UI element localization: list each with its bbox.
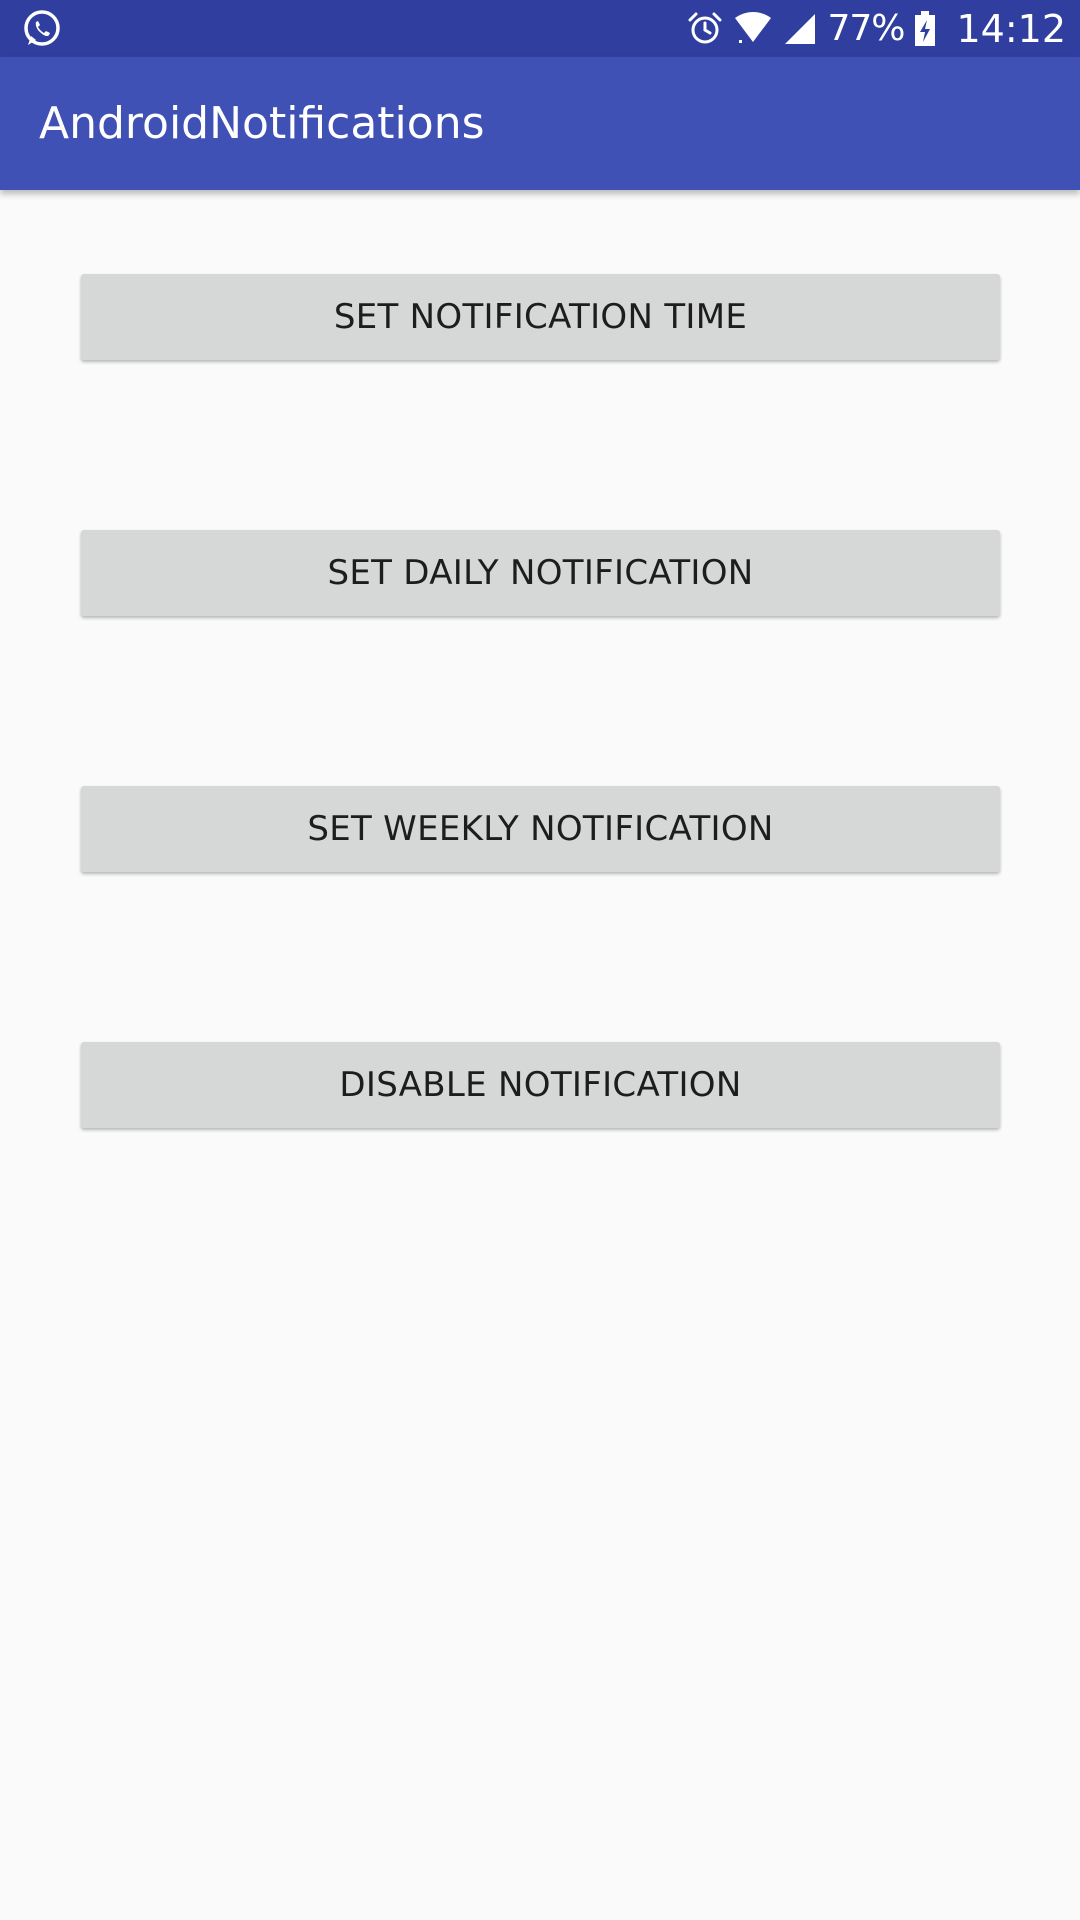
app-title: AndroidNotifications [39,98,485,149]
set-daily-notification-button[interactable]: SET DAILY NOTIFICATION [81,530,1000,616]
wifi-icon [733,11,773,46]
set-notification-time-button[interactable]: SET NOTIFICATION TIME [81,274,1000,360]
whatsapp-icon [22,9,62,49]
set-notification-time-label: SET NOTIFICATION TIME [333,297,748,337]
main-content: SET NOTIFICATION TIME SET DAILY NOTIFICA… [0,190,1080,1920]
status-bar: 77% 14:12 [0,0,1080,57]
set-weekly-notification-label: SET WEEKLY NOTIFICATION [307,809,774,849]
set-weekly-notification-button[interactable]: SET WEEKLY NOTIFICATION [81,786,1000,872]
status-clock: 14:12 [956,6,1066,51]
disable-notification-button[interactable]: DISABLE NOTIFICATION [81,1042,1000,1128]
cell-signal-icon [783,12,817,46]
alarm-clock-icon [687,11,723,47]
status-icons: 77% 14:12 [687,0,1066,57]
disable-notification-label: DISABLE NOTIFICATION [339,1065,742,1105]
battery-percent: 77% [827,8,905,49]
set-daily-notification-label: SET DAILY NOTIFICATION [327,553,754,593]
app-bar: AndroidNotifications [0,57,1080,190]
battery-charging-icon [914,10,936,47]
